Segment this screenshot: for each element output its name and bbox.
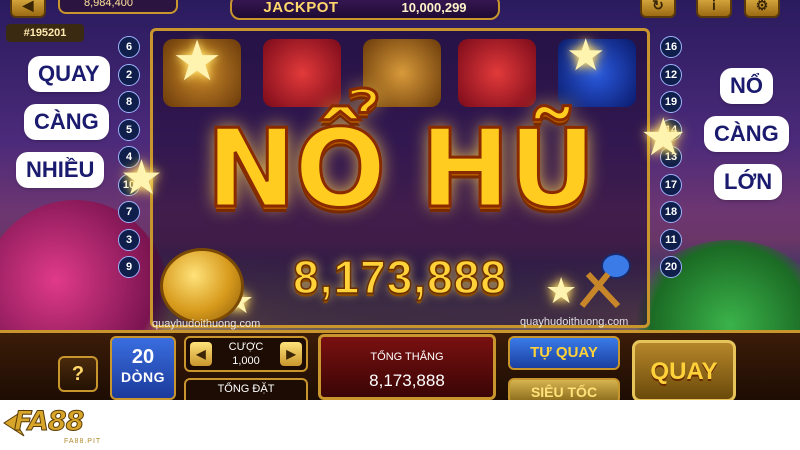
payline-badge[interactable]: 6 xyxy=(118,36,140,58)
logo-text: FA88 xyxy=(13,406,84,438)
payline-badge[interactable]: 11 xyxy=(660,228,682,251)
lines-selector[interactable]: 20 DÒNG xyxy=(110,336,176,400)
watermark-right: quayhudoithuong.com xyxy=(520,316,629,328)
logo-subtext: FA88.PIT xyxy=(64,438,102,445)
maracas-icon xyxy=(579,253,631,309)
payline-badge[interactable]: 20 xyxy=(660,256,682,278)
slogan-left-3: NHIỀU xyxy=(18,154,103,186)
settings-icon[interactable]: ⚙ xyxy=(744,0,780,18)
jackpot-label: JACKPOT xyxy=(263,0,339,16)
fa88-logo: FA88 FA88.PIT xyxy=(0,400,110,450)
total-win-value: 8,173,888 xyxy=(369,371,445,390)
bet-selector: ◀ CƯỢC 1,000 ▶ xyxy=(184,336,308,372)
total-win-display: TỔNG THẮNG 8,173,888 xyxy=(318,334,496,400)
back-icon[interactable]: ◀ xyxy=(10,0,46,18)
slogan-left-1: QUAY xyxy=(30,58,108,90)
payline-badge[interactable]: 5 xyxy=(118,118,140,141)
history-icon[interactable]: ↻ xyxy=(640,0,676,18)
jackpot-value: 10,000,299 xyxy=(401,0,467,15)
big-win-amount: 8,173,888 xyxy=(292,250,507,304)
drum-symbol-icon xyxy=(363,39,441,107)
payline-badge[interactable]: 8 xyxy=(118,91,140,113)
total-bet-label: TỔNG ĐẶT xyxy=(184,378,308,400)
info-icon[interactable]: i xyxy=(696,0,732,18)
payline-badge[interactable]: 17 xyxy=(660,173,682,196)
payline-badge[interactable]: 12 xyxy=(660,63,682,86)
lines-value: 20 xyxy=(131,346,155,368)
balance-value: 8,984,400 xyxy=(84,0,133,9)
watermark-left: quayhudoithuong.com xyxy=(152,318,261,330)
game-stage: ◀ 8,984,400 JACKPOT 10,000,299 ↻ i ⚙ #19… xyxy=(0,0,800,400)
jackpot-bar: JACKPOT 10,000,299 xyxy=(230,0,500,20)
total-win-label: TỔNG THẮNG xyxy=(370,351,444,363)
room-id: #195201 xyxy=(6,24,84,42)
payline-badge[interactable]: 18 xyxy=(660,201,682,223)
top-bar: ◀ 8,984,400 JACKPOT 10,000,299 ↻ i ⚙ xyxy=(0,0,800,22)
help-button[interactable]: ? xyxy=(58,356,98,392)
lines-label: DÒNG xyxy=(121,369,165,385)
star-icon: ★ xyxy=(566,31,606,80)
slogan-left-2: CÀNG xyxy=(26,106,107,138)
auto-spin-button[interactable]: TỰ QUAY xyxy=(508,336,620,370)
turbo-button[interactable]: SIÊU TỐC xyxy=(508,378,620,400)
bet-increase-button[interactable]: ▶ xyxy=(280,342,302,366)
payline-badge[interactable]: 3 xyxy=(118,228,140,251)
hibiscus-symbol-icon xyxy=(458,39,536,107)
balance-display: 8,984,400 xyxy=(58,0,178,14)
bet-decrease-button[interactable]: ◀ xyxy=(190,342,212,366)
payline-badge[interactable]: 9 xyxy=(118,256,140,278)
payline-badge[interactable]: 16 xyxy=(660,36,682,58)
big-win-title: NỔ HŨ xyxy=(205,107,598,232)
bet-label: CƯỢC xyxy=(228,341,264,353)
slogan-right-1: NỔ xyxy=(722,70,771,102)
star-icon: ★ xyxy=(120,152,164,205)
payline-badge[interactable]: 2 xyxy=(118,63,140,86)
slogan-right-3: LỚN xyxy=(716,166,781,198)
bet-value: 1,000 xyxy=(232,355,260,367)
star-icon: ★ xyxy=(640,109,687,167)
hibiscus-symbol-icon xyxy=(263,39,341,107)
star-icon: ★ xyxy=(172,29,223,92)
spin-button[interactable]: QUAY xyxy=(632,340,736,400)
slogan-right-2: CÀNG xyxy=(706,118,787,150)
bet-display: CƯỢC 1,000 xyxy=(214,340,278,368)
